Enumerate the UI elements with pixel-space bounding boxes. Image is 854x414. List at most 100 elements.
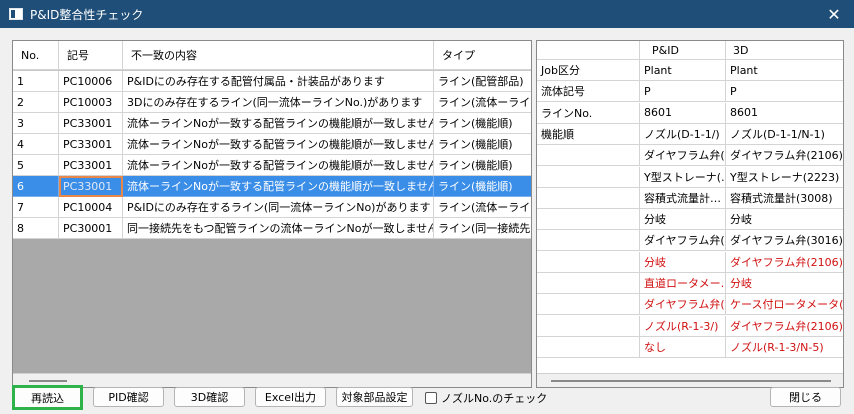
comparison-row: 分岐 ダイヤフラム弁(2106) [537, 251, 843, 273]
nozzle-check-option[interactable]: ノズルNo.のチェック [425, 390, 547, 406]
row-number-cell[interactable]: 4 [13, 134, 59, 155]
3d-value-cell: ダイヤフラム弁(2106) [726, 145, 843, 167]
close-window-button[interactable]: ✕ [814, 0, 854, 28]
table-row[interactable]: 7 PC10004 P&IDにのみ存在するライン(同一流体ーラインNo)がありますラ… [13, 197, 531, 218]
description-cell[interactable]: 流体ーラインNoが一致する配管ラインの機能順が一致しません [123, 134, 434, 155]
type-cell[interactable]: ライン(配管部品) [434, 71, 531, 92]
code-cell[interactable]: PC10004 [59, 197, 123, 218]
3d-value-cell: ノズル(D-1-1/N-1) [726, 124, 843, 145]
pid-value-cell: ノズル(D-1-1/) [640, 123, 726, 145]
table-row[interactable]: 5 PC33001 流体ーラインNoが一致する配管ラインの機能順が一致しません ライン… [13, 155, 531, 176]
comparison-grid: P&ID 3D Job区分 Plant Plant 流体記号 P P ラインNo. 8601 8… [536, 40, 844, 388]
description-cell[interactable]: 流体ーラインNoが一致する配管ラインの機能順が一致しません [123, 155, 434, 176]
comparison-row: Y型ストレーナ(… Y型ストレーナ(2223) [537, 166, 843, 188]
attribute-label [537, 251, 640, 273]
pid-value-cell: ダイヤフラム弁(… [640, 145, 726, 167]
close-button[interactable]: 閉じる [770, 387, 841, 407]
type-cell[interactable]: ライン(機能順) [434, 155, 531, 176]
comparison-row: ダイヤフラム弁(…ダイヤフラム弁(3016) [537, 230, 843, 252]
code-cell[interactable]: PC30001 [59, 218, 123, 239]
3d-value-cell: Y型ストレーナ(2223) [726, 167, 843, 188]
3d-value-cell: P [726, 81, 843, 103]
row-number-cell[interactable]: 3 [13, 113, 59, 134]
code-cell[interactable]: PC33001 [59, 134, 123, 155]
dialog-client: No. 記号 不一致の内容 タイプ 1 PC10006 P&IDにのみ存在する配管付… [0, 28, 854, 414]
nozzle-check-checkbox[interactable] [425, 392, 437, 404]
pid-value-cell: ノズル(R-1-3/) [640, 315, 726, 337]
type-cell[interactable]: ライン(流体ーラインN [434, 197, 531, 218]
comparison-row: ダイヤフラム弁(…ケース付ロータメータ(30… [537, 294, 843, 316]
description-cell[interactable]: 3Dにのみ存在するライン(同一流体ーラインNo.)があります [123, 92, 434, 113]
row-number-cell[interactable]: 1 [13, 71, 59, 92]
pid-value-cell: ダイヤフラム弁(… [640, 230, 726, 252]
code-cell[interactable]: PC10006 [59, 71, 123, 92]
description-cell[interactable]: 流体ーラインNoが一致する配管ラインの機能順が一致しません [123, 176, 434, 197]
pid-value-cell: 容積式流量計… [640, 187, 726, 209]
column-header-code[interactable]: 記号 [59, 41, 123, 70]
mismatch-grid-scrollbar[interactable] [13, 373, 531, 387]
comparison-grid-scrollbar[interactable] [537, 373, 843, 387]
description-cell[interactable]: P&IDにのみ存在するライン(同一流体ーラインNo)があります [123, 197, 434, 218]
comparison-row: 機能順 ノズル(D-1-1/) ノズル(D-1-1/N-1) [537, 123, 843, 145]
3d-value-cell: ダイヤフラム弁(2106) [726, 252, 843, 273]
description-cell[interactable]: P&IDにのみ存在する配管付属品・計装品があります [123, 71, 434, 92]
table-row[interactable]: 6 PC33001 流体ーラインNoが一致する配管ラインの機能順が一致しません ライン… [13, 176, 531, 197]
table-row[interactable]: 3 PC33001 流体ーラインNoが一致する配管ラインの機能順が一致しません ライン… [13, 113, 531, 134]
type-cell[interactable]: ライン(機能順) [434, 134, 531, 155]
code-cell[interactable]: PC33001 [59, 155, 123, 176]
row-number-cell[interactable]: 7 [13, 197, 59, 218]
pid-value-cell: Plant [640, 60, 726, 81]
3d-value-cell: 容積式流量計(3008) [726, 188, 843, 209]
code-cell[interactable]: PC33001 [59, 176, 123, 197]
pid-check-button[interactable]: PID確認 [93, 387, 164, 407]
column-header-description[interactable]: 不一致の内容 [123, 41, 434, 70]
attribute-label [537, 294, 640, 316]
mismatch-grid-header: No. 記号 不一致の内容 タイプ [13, 41, 531, 71]
pid-value-cell: ダイヤフラム弁(… [640, 294, 726, 316]
pid-value-cell: 直道ロータメー… [640, 273, 726, 294]
target-parts-settings-button[interactable]: 対象部品設定 [336, 387, 413, 407]
table-row[interactable]: 2 PC10003 3Dにのみ存在するライン(同一流体ーラインNo.)があります ライ… [13, 92, 531, 113]
column-header-3d: 3D [726, 41, 843, 60]
3d-value-cell: 8601 [726, 103, 843, 124]
attribute-label [537, 336, 640, 358]
row-number-cell[interactable]: 6 [13, 176, 59, 197]
comparison-row: ダイヤフラム弁(…ダイヤフラム弁(2106) [537, 145, 843, 167]
reload-button[interactable]: 再読込 [12, 385, 83, 410]
table-row[interactable]: 4 PC33001 流体ーラインNoが一致する配管ラインの機能順が一致しません ライン… [13, 134, 531, 155]
row-number-cell[interactable]: 2 [13, 92, 59, 113]
column-header-no[interactable]: No. [13, 41, 59, 70]
row-number-cell[interactable]: 8 [13, 218, 59, 239]
code-cell[interactable]: PC10003 [59, 92, 123, 113]
pid-value-cell: 分岐 [640, 251, 726, 273]
type-cell[interactable]: ライン(機能順) [434, 113, 531, 134]
description-cell[interactable]: 流体ーラインNoが一致する配管ラインの機能順が一致しません [123, 113, 434, 134]
code-cell[interactable]: PC33001 [59, 113, 123, 134]
excel-export-button[interactable]: Excel出力 [255, 387, 326, 407]
scrollbar-thumb[interactable] [551, 380, 831, 382]
attribute-label: 機能順 [537, 123, 640, 145]
comparison-grid-header: P&ID 3D [537, 41, 843, 60]
description-cell[interactable]: 同一接続先をもつ配管ラインの流体ーラインNoが一致しません [123, 218, 434, 239]
3d-check-button[interactable]: 3D確認 [174, 387, 245, 407]
comparison-row: ノズル(R-1-3/) ダイヤフラム弁(2106) [537, 315, 843, 337]
row-number-cell[interactable]: 5 [13, 155, 59, 176]
attribute-label: 流体記号 [537, 81, 640, 103]
column-header-pid: P&ID [640, 41, 726, 60]
table-row[interactable]: 8 PC30001 同一接続先をもつ配管ラインの流体ーラインNoが一致しません ライン… [13, 218, 531, 239]
3d-value-cell: 分岐 [726, 273, 843, 294]
attribute-label: Job区分 [537, 60, 640, 81]
column-header-type[interactable]: タイプ [434, 41, 531, 70]
nozzle-check-label: ノズルNo.のチェック [441, 392, 548, 405]
type-cell[interactable]: ライン(流体ーラインN [434, 92, 531, 113]
table-row[interactable]: 1 PC10006 P&IDにのみ存在する配管付属品・計装品があります ライン(配管部… [13, 71, 531, 92]
type-cell[interactable]: ライン(機能順) [434, 176, 531, 197]
attribute-label [537, 145, 640, 167]
type-cell[interactable]: ライン(同一接続先) [434, 218, 531, 239]
scrollbar-thumb[interactable] [29, 380, 67, 382]
mismatch-grid: No. 記号 不一致の内容 タイプ 1 PC10006 P&IDにのみ存在する配管付… [12, 40, 532, 388]
attribute-label [537, 230, 640, 252]
3d-value-cell: ダイヤフラム弁(2106) [726, 316, 843, 337]
comparison-row: 分岐 分岐 [537, 209, 843, 231]
3d-value-cell: ノズル(R-1-3/N-5) [726, 337, 843, 358]
